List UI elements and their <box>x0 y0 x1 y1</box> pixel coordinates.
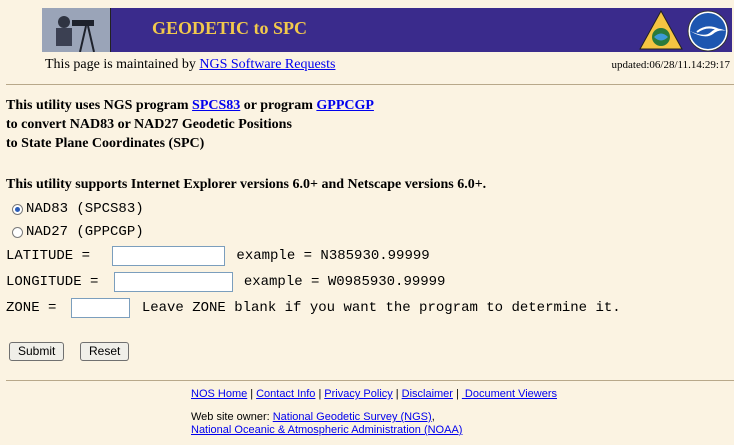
ngs-owner-link[interactable]: National Geodetic Survey (NGS) <box>273 411 432 423</box>
ngs-triangle-logo-icon <box>639 9 683 55</box>
page-title: GEODETIC to SPC <box>152 18 308 38</box>
surveyor-photo-icon <box>42 8 111 52</box>
intro-line1-prefix: This utility uses NGS program <box>6 98 193 113</box>
footer-link-privacy-policy[interactable]: Privacy Policy <box>324 388 392 400</box>
maintainer-line: This page is maintained by NGS Software … <box>45 57 335 73</box>
owner-prefix: Web site owner: <box>191 411 273 423</box>
gppcgp-link[interactable]: GPPCGP <box>316 98 374 113</box>
divider-bottom <box>6 380 734 381</box>
longitude-input[interactable] <box>113 272 233 292</box>
maintainer-prefix: This page is maintained by <box>45 57 200 72</box>
radio-nad83[interactable]: NAD83 (SPCS83) <box>12 201 144 217</box>
divider-top <box>6 84 734 85</box>
latitude-label: LATITUDE = <box>6 248 99 264</box>
intro-line2: to convert NAD83 or NAD27 Geodetic Posit… <box>6 117 292 132</box>
zone-hint: Leave ZONE blank if you want the program… <box>141 300 621 316</box>
reset-button[interactable]: Reset <box>80 342 130 361</box>
submit-button[interactable]: Submit <box>9 342 65 361</box>
browser-support-text: This utility supports Internet Explorer … <box>6 177 487 192</box>
longitude-row: LONGITUDE = example = W0985930.99999 <box>6 272 445 292</box>
noaa-logo-icon <box>687 10 729 57</box>
footer-link-disclaimer[interactable]: Disclaimer <box>402 388 453 400</box>
longitude-hint: example = W0985930.99999 <box>243 274 446 290</box>
radio-nad27-label: NAD27 (GPPCGP) <box>26 224 144 240</box>
radio-nad27[interactable]: NAD27 (GPPCGP) <box>12 224 144 240</box>
ngs-software-requests-link[interactable]: NGS Software Requests <box>199 57 335 72</box>
intro-line1-mid: or program <box>240 98 317 113</box>
intro-line3: to State Plane Coordinates (SPC) <box>6 136 205 151</box>
footer-links: NOS Home | Contact Info | Privacy Policy | Dis… <box>191 388 557 400</box>
updated-timestamp: updated:06/28/11.14:29:17 <box>611 59 730 71</box>
latitude-row: LATITUDE = example = N385930.99999 <box>6 246 430 266</box>
latitude-hint: example = N385930.99999 <box>236 248 430 264</box>
footer-link-contact-info[interactable]: Contact Info <box>256 388 315 400</box>
latitude-input[interactable] <box>112 246 226 266</box>
header-banner: GEODETIC to SPC <box>42 8 732 52</box>
zone-row: ZONE = Leave ZONE blank if you want the … <box>6 298 621 318</box>
zone-label: ZONE = <box>6 300 65 316</box>
owner-separator: , <box>431 411 435 423</box>
zone-input[interactable] <box>70 298 130 318</box>
noaa-owner-link[interactable]: National Oceanic & Atmospheric Administr… <box>191 424 462 436</box>
intro-text: This utility uses NGS program SPCS83 or … <box>6 96 374 153</box>
footer-link-nos-home[interactable]: NOS Home <box>191 388 247 400</box>
spcs83-link[interactable]: SPCS83 <box>192 98 240 113</box>
site-owner: Web site owner: National Geodetic Survey… <box>191 411 462 437</box>
footer-link-document-viewers[interactable]: Document Viewers <box>462 388 557 400</box>
radio-nad83-label: NAD83 (SPCS83) <box>26 201 144 217</box>
radio-nad83-button[interactable] <box>12 203 23 215</box>
radio-nad27-button[interactable] <box>12 226 23 238</box>
longitude-label: LONGITUDE = <box>6 274 107 290</box>
